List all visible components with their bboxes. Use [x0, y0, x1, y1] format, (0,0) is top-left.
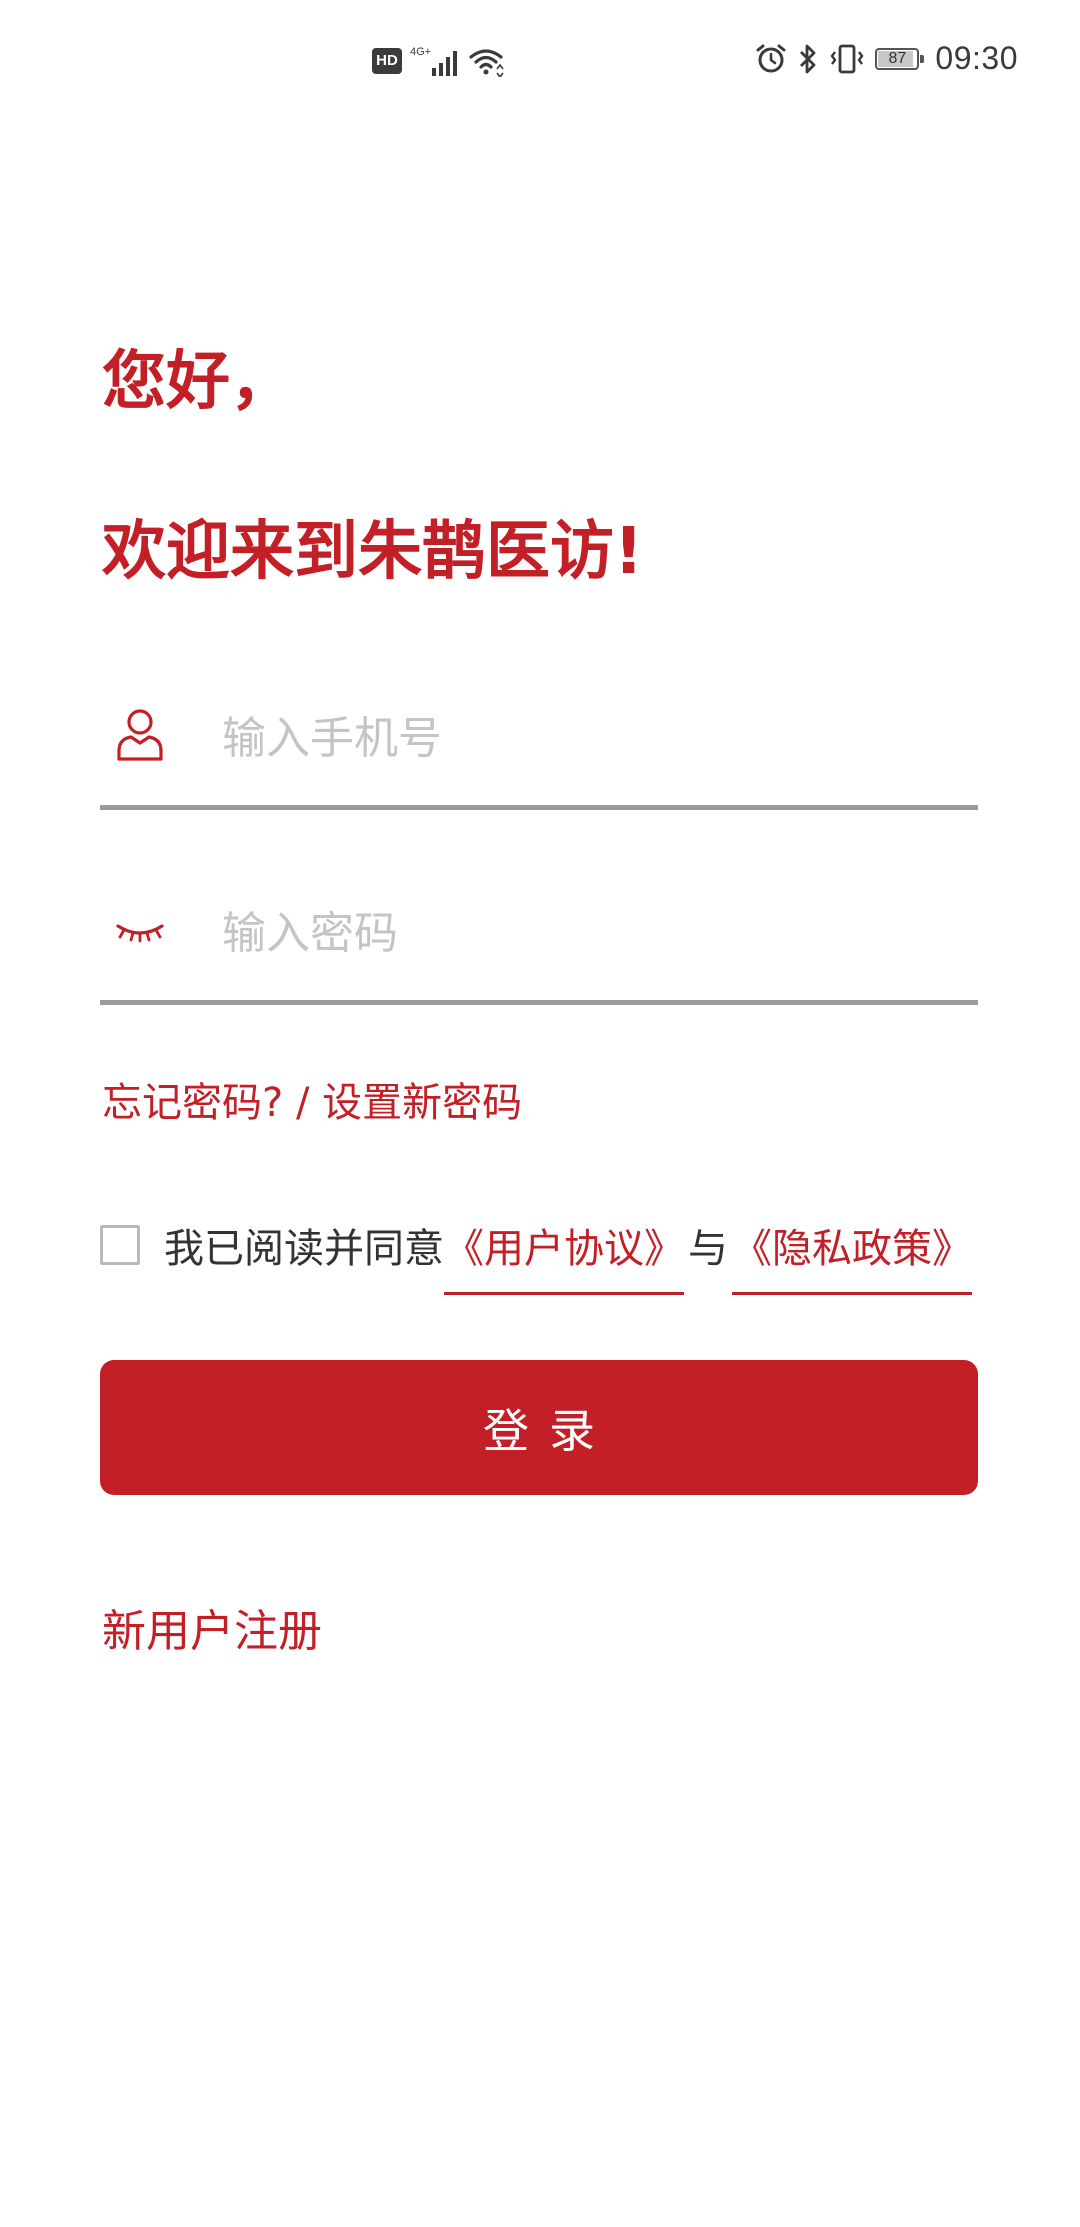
login-button[interactable]: 登录	[100, 1360, 978, 1495]
bluetooth-icon	[800, 44, 816, 73]
status-left: HD 4G+	[372, 44, 506, 78]
status-time: 09:30	[935, 40, 1018, 76]
battery-level: 87	[888, 49, 907, 67]
user-icon	[117, 709, 163, 761]
vibrate-icon	[830, 44, 864, 73]
agreement-and: 与	[688, 1226, 728, 1272]
privacy-policy-link[interactable]: 《隐私政策》	[732, 1216, 972, 1295]
cell-signal-icon: 4G+	[410, 46, 457, 76]
greeting-hello: 您好，	[102, 345, 294, 419]
agreement-checkbox[interactable]	[100, 1225, 140, 1265]
status-bar: HD 4G+ 87 09:30	[0, 0, 1080, 128]
forgot-password-link[interactable]: 忘记密码? / 设置新密码	[102, 1070, 522, 1128]
phone-field	[100, 675, 978, 810]
wifi-icon	[469, 49, 504, 77]
greeting-welcome: 欢迎来到朱鹊医访!	[102, 515, 644, 589]
status-right: 87 09:30	[755, 40, 1018, 77]
hd-badge: HD	[372, 48, 402, 74]
password-input[interactable]	[222, 898, 942, 968]
network-type-label: 4G+	[410, 46, 431, 58]
battery-tip	[920, 54, 925, 63]
user-agreement-link[interactable]: 《用户协议》	[444, 1216, 684, 1295]
register-link[interactable]: 新用户注册	[102, 1595, 322, 1659]
password-field	[100, 870, 978, 1005]
battery-indicator: 87	[875, 47, 925, 70]
eye-closed-icon[interactable]	[114, 900, 166, 960]
alarm-icon	[756, 44, 786, 72]
agreement-row: 我已阅读并同意 《用户协议》 与 《隐私政策》	[100, 1210, 972, 1295]
phone-input[interactable]	[222, 703, 942, 773]
agreement-prefix: 我已阅读并同意	[164, 1226, 444, 1272]
